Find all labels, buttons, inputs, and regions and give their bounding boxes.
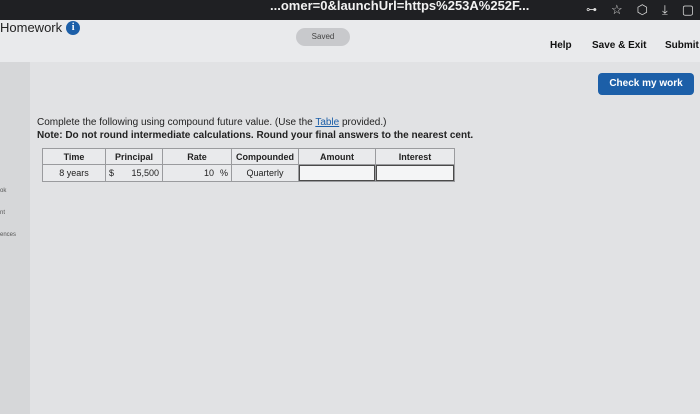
page-title: Homework [0,20,63,35]
table-header-row: Time Principal Rate Compounded Amount In… [42,148,455,165]
sidebar-item-label[interactable]: ences [0,232,16,238]
browser-icons: ⊶ ☆ ⬡ ⤓ ▢ [586,0,694,20]
header-rate: Rate [162,148,232,165]
extension-icon[interactable]: ⬡ [637,0,648,20]
table-link[interactable]: Table [315,117,339,128]
url-text[interactable]: ...omer=0&launchUrl=https%253A%252F... [270,0,529,13]
browser-toolbar: ...omer=0&launchUrl=https%253A%252F... ⊶… [0,0,700,20]
compounded-cell: Quarterly [231,164,299,182]
rate-unit: % [219,168,228,178]
submit-button[interactable]: Submit [665,40,699,51]
header-compounded: Compounded [231,148,299,165]
rate-cell: 10 % [162,164,232,182]
check-my-work-button[interactable]: Check my work [598,73,694,95]
instruction-prefix: Complete the following using compound fu… [37,117,316,128]
download-icon[interactable]: ⤓ [662,0,668,20]
instruction-suffix: provided.) [339,117,387,128]
time-cell: 8 years [42,164,106,182]
app-header: Homework i Saved Help Save & Exit Submit [0,20,700,62]
header-time: Time [42,148,106,165]
compound-value-table: Time Principal Rate Compounded Amount In… [42,148,455,182]
interest-input[interactable] [376,165,454,181]
question-panel [30,62,700,414]
amount-cell [298,164,376,182]
info-icon[interactable]: i [66,20,81,35]
table-row: 8 years $ 15,500 10 % Quarterly [42,164,455,182]
save-exit-button[interactable]: Save & Exit [592,40,646,51]
star-icon[interactable]: ☆ [611,0,623,20]
instruction-note: Note: Do not round intermediate calculat… [37,130,474,141]
principal-cell: $ 15,500 [105,164,163,182]
sidebar-item-label[interactable]: nt [0,210,5,216]
left-sidebar: ok nt ences [0,62,30,414]
header-amount: Amount [298,148,376,165]
window-icon[interactable]: ▢ [682,0,694,20]
key-icon[interactable]: ⊶ [586,0,597,20]
instruction-text: Complete the following using compound fu… [37,117,386,128]
header-interest: Interest [375,148,455,165]
principal-value: 15,500 [131,168,159,178]
saved-status-badge: Saved [296,28,350,46]
sidebar-item-label[interactable]: ok [0,188,6,194]
help-button[interactable]: Help [550,40,572,51]
header-principal: Principal [105,148,163,165]
interest-cell [375,164,455,182]
amount-input[interactable] [299,165,375,181]
homework-title-wrap: Homework i [0,20,81,35]
principal-currency: $ [109,168,115,178]
rate-value: 10 [203,168,214,178]
